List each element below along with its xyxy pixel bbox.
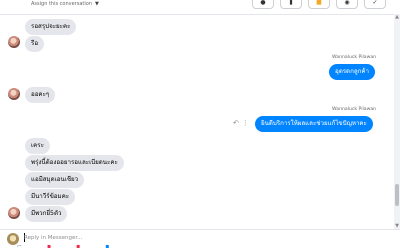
incoming-message: รอสรุปจะยะคะ (25, 19, 77, 35)
incoming-message: รือ (25, 36, 45, 52)
gif-icon[interactable]: ▪ (47, 243, 51, 250)
thread-scrollbar[interactable] (394, 14, 400, 232)
assign-conversation-label: Assign this conversation (31, 1, 92, 7)
label-button[interactable]: ■ (308, 0, 330, 9)
mark-unread-button[interactable]: ◉ (336, 0, 358, 9)
customer-avatar[interactable] (8, 88, 20, 100)
thumbs-up-icon[interactable]: ▪ (105, 243, 109, 250)
reply-input[interactable] (24, 233, 224, 243)
customer-avatar[interactable] (8, 36, 20, 48)
message-actions: ↶ ⋮ (233, 119, 249, 127)
mail-icon: ◉ (344, 0, 350, 6)
attach-icon[interactable]: ⌐ (17, 243, 22, 250)
incoming-message: มีพวกยี่5ตัว (25, 206, 68, 222)
sender-name: Wannaluck Pilawan (332, 55, 377, 60)
info-icon: ● (260, 0, 266, 6)
assign-conversation-dropdown[interactable]: Assign this conversation ▼ (31, 1, 99, 7)
outgoing-message: ยินดีบริการให้ผลและช่วยแก้ไขปัญหาคะ (255, 116, 373, 132)
incoming-message: มีนาวีร์ข้อมคะ (25, 189, 76, 205)
reply-icon[interactable]: ↶ (233, 119, 239, 127)
sender-name: Wannaluck Pilawan (332, 107, 377, 112)
incoming-message: พรุ่งนี้ต้องออยารอและเบียดนะคะ (25, 155, 124, 171)
incoming-message: เคระ (25, 138, 50, 154)
chevron-down-icon: ▼ (94, 1, 99, 7)
label-icon: ■ (316, 0, 322, 6)
scroll-up-arrow-icon[interactable]: ▲ (395, 14, 399, 20)
info-button[interactable]: ● (252, 0, 274, 9)
composer-tools: ⌐ ▪ ▪ ▪ (17, 243, 109, 250)
checkmark-icon: ✓ (372, 0, 378, 6)
trash-icon: ▮ (289, 0, 293, 6)
outgoing-message: อุตรดกลูกค้า (329, 64, 375, 80)
customer-avatar[interactable] (8, 207, 20, 219)
incoming-message: แอมีสมุดเอนเชียว (25, 172, 85, 188)
header-actions: ● ▮ ■ ◉ ✓ (252, 0, 386, 9)
incoming-message: ออคะๆ (25, 87, 56, 103)
scrollbar-thumb[interactable] (395, 184, 399, 206)
mark-done-button[interactable]: ✓ (364, 0, 386, 9)
delete-button[interactable]: ▮ (280, 0, 302, 9)
emoji-icon[interactable]: ▪ (76, 243, 80, 250)
more-options-icon[interactable]: ⋮ (242, 119, 249, 127)
conversation-header: Assign this conversation ▼ ● ▮ ■ ◉ ✓ (0, 0, 400, 15)
